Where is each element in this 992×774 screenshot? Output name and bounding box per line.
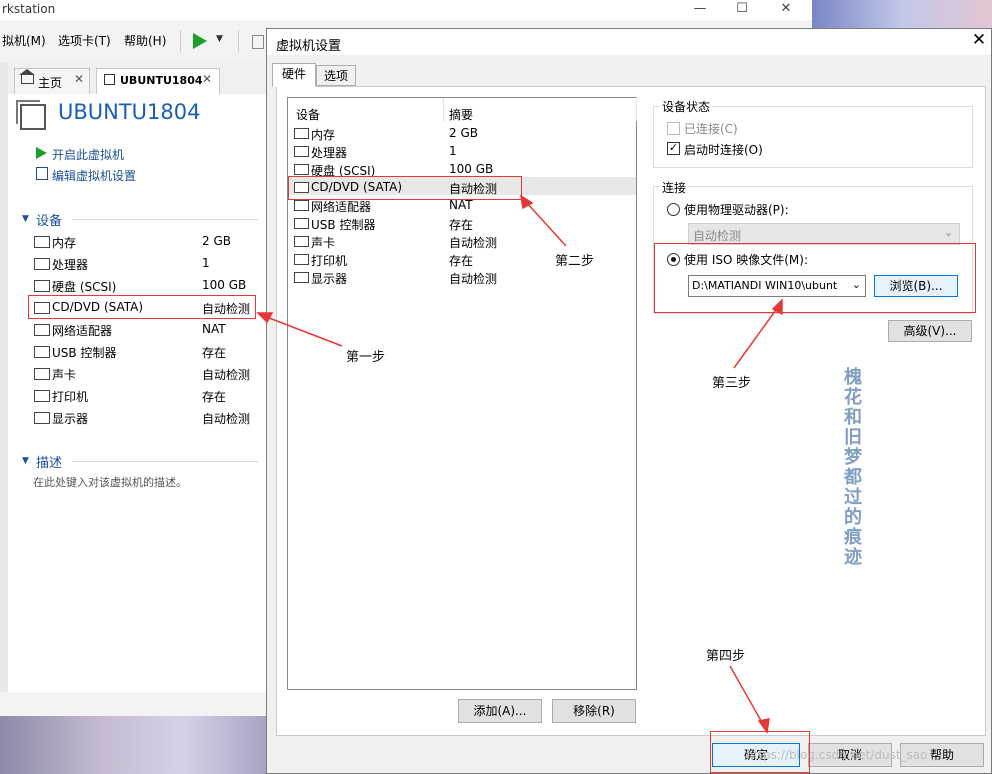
arrow-step4 <box>729 665 765 727</box>
arrow-step2 <box>525 201 567 247</box>
arrowhead-step4 <box>757 718 770 734</box>
arrowhead-step1 <box>256 312 274 324</box>
annotation-step3: 第三步 <box>712 376 752 391</box>
annotation-step2: 第二步 <box>555 254 595 269</box>
annotation-step4: 第四步 <box>706 649 746 664</box>
annotation-step1: 第一步 <box>346 350 386 365</box>
arrow-step1 <box>263 315 343 347</box>
annotation-arrows <box>256 194 783 734</box>
arrow-step3 <box>733 306 779 369</box>
